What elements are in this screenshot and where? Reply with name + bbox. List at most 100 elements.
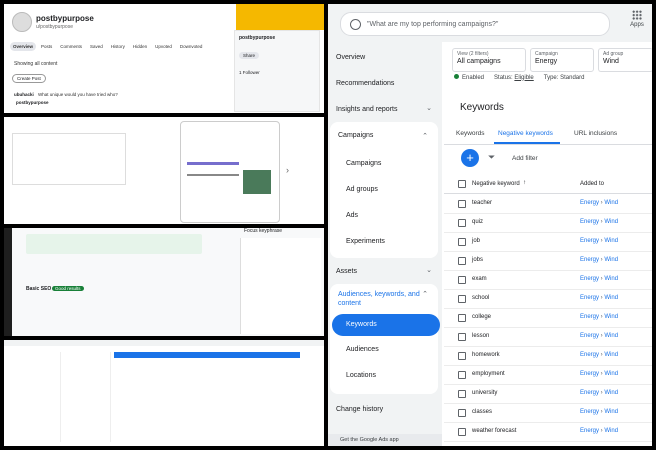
added-to-cell[interactable]: Energy › Wind xyxy=(580,333,618,339)
row-checkbox[interactable] xyxy=(458,295,466,303)
chevron-up-icon[interactable]: ⌃ xyxy=(422,290,428,298)
seo-status-title[interactable]: Basic SEO xyxy=(26,286,51,292)
comment-user[interactable]: ubuhacki xyxy=(14,92,34,97)
add-negative-keyword-button[interactable]: + xyxy=(461,149,479,167)
row-checkbox[interactable] xyxy=(458,238,466,246)
col-negative-keyword[interactable]: Negative keyword xyxy=(472,181,520,187)
tab-comments[interactable]: Comments xyxy=(57,42,85,51)
row-checkbox[interactable] xyxy=(458,390,466,398)
tab-upvoted[interactable]: Upvoted xyxy=(152,42,175,51)
added-to-cell[interactable]: Energy › Wind xyxy=(580,390,618,396)
table-row[interactable]: jobs Energy › Wind xyxy=(444,251,652,271)
tab-negative-keywords[interactable]: Negative keywords xyxy=(498,130,553,137)
sidebar-change-history[interactable]: Change history xyxy=(336,406,383,413)
col-added-to[interactable]: Added to xyxy=(580,181,604,187)
sidebar-keywords-active[interactable]: Keywords xyxy=(332,314,440,336)
campaign-type: Type: Standard xyxy=(544,75,585,81)
apps-grid-icon xyxy=(632,10,642,20)
chevron-right-icon[interactable]: › xyxy=(286,165,289,175)
table-row[interactable]: job Energy › Wind xyxy=(444,232,652,252)
sidebar-recommendations[interactable]: Recommendations xyxy=(336,80,394,87)
row-checkbox[interactable] xyxy=(458,257,466,265)
tab-history[interactable]: History xyxy=(108,42,128,51)
showing-filter[interactable]: Showing all content xyxy=(14,61,57,67)
tab-hidden[interactable]: Hidden xyxy=(130,42,150,51)
added-to-cell[interactable]: Energy › Wind xyxy=(580,428,618,434)
tab-keywords[interactable]: Keywords xyxy=(456,130,485,137)
row-checkbox[interactable] xyxy=(458,428,466,436)
status-value[interactable]: Eligible xyxy=(514,75,533,81)
table-row[interactable]: weather forecast Energy › Wind xyxy=(444,422,652,442)
row-checkbox[interactable] xyxy=(458,371,466,379)
added-to-cell[interactable]: Energy › Wind xyxy=(580,257,618,263)
chevron-up-icon[interactable]: ⌃ xyxy=(422,132,428,140)
table-row[interactable]: exam Energy › Wind xyxy=(444,270,652,290)
select-all-checkbox[interactable] xyxy=(458,180,466,188)
table-row[interactable]: lesson Energy › Wind xyxy=(444,327,652,347)
sidebar-assets[interactable]: Assets xyxy=(336,268,357,275)
audiences-group: Audiences, keywords, and content ⌃ Keywo… xyxy=(330,284,440,394)
table-header: Negative keyword ↑ Added to xyxy=(444,175,652,194)
profile-avatar[interactable] xyxy=(12,12,32,32)
keyword-cell: homework xyxy=(472,352,500,358)
added-to-cell[interactable]: Energy › Wind xyxy=(580,238,618,244)
added-to-cell[interactable]: Energy › Wind xyxy=(580,352,618,358)
tab-posts[interactable]: Posts xyxy=(38,42,55,51)
row-checkbox[interactable] xyxy=(458,409,466,417)
added-to-cell[interactable]: Energy › Wind xyxy=(580,371,618,377)
comment-author[interactable]: postbypurpose xyxy=(16,100,49,105)
ads-app-footer[interactable]: Get the Google Ads app xyxy=(328,434,442,446)
sidebar-ad-groups[interactable]: Ad groups xyxy=(346,186,378,193)
added-to-group: Wind xyxy=(604,276,619,282)
keyword-cell: teacher xyxy=(472,200,493,206)
table-row[interactable]: school Energy › Wind xyxy=(444,289,652,309)
tab-overview[interactable]: Overview xyxy=(10,42,37,51)
table-row[interactable]: employment Energy › Wind xyxy=(444,365,652,385)
row-checkbox[interactable] xyxy=(458,200,466,208)
row-checkbox[interactable] xyxy=(458,276,466,284)
sidebar-audiences-keywords[interactable]: Audiences, keywords, and content xyxy=(338,290,424,308)
table-row[interactable]: homework Energy › Wind xyxy=(444,346,652,366)
sidebar-campaigns[interactable]: Campaigns xyxy=(338,132,373,139)
sidebar-overview[interactable]: Overview xyxy=(336,54,365,61)
tab-saved[interactable]: Saved xyxy=(87,42,106,51)
tab-downvoted[interactable]: Downvoted xyxy=(177,42,206,51)
filter-icon[interactable]: ⏷ xyxy=(488,152,495,163)
editor-sidebar xyxy=(4,228,12,336)
table-row[interactable]: university Energy › Wind xyxy=(444,384,652,404)
row-checkbox[interactable] xyxy=(458,219,466,227)
table-row[interactable]: teacher Energy › Wind xyxy=(444,194,652,214)
ad-group-filter[interactable]: Ad group Wind xyxy=(598,48,652,72)
view-filter[interactable]: View (2 filters) All campaigns xyxy=(452,48,526,72)
sidebar-insights[interactable]: Insights and reports xyxy=(336,106,397,113)
added-to-cell[interactable]: Energy › Wind xyxy=(580,295,618,301)
added-to-cell[interactable]: Energy › Wind xyxy=(580,276,618,282)
add-filter-button[interactable]: Add filter xyxy=(512,155,538,162)
mid-tree xyxy=(64,352,111,442)
row-checkbox[interactable] xyxy=(458,314,466,322)
added-to-cell[interactable]: Energy › Wind xyxy=(580,219,618,225)
sidebar-locations[interactable]: Locations xyxy=(346,372,376,379)
chevron-down-icon[interactable]: ⌄ xyxy=(426,104,432,112)
row-checkbox[interactable] xyxy=(458,352,466,360)
added-to-cell[interactable]: Energy › Wind xyxy=(580,200,618,206)
added-to-cell[interactable]: Energy › Wind xyxy=(580,409,618,415)
sidebar-campaigns-sub[interactable]: Campaigns xyxy=(346,160,381,167)
sort-arrow-icon[interactable]: ↑ xyxy=(523,180,526,186)
view-filter-label: View (2 filters) xyxy=(457,51,489,57)
campaign-filter[interactable]: Campaign Energy xyxy=(530,48,594,72)
sidebar-experiments[interactable]: Experiments xyxy=(346,238,385,245)
table-row[interactable]: college Energy › Wind xyxy=(444,308,652,328)
chevron-down-icon[interactable]: ⌄ xyxy=(426,266,432,274)
sidebar-ads[interactable]: Ads xyxy=(346,212,358,219)
table-row[interactable]: quiz Energy › Wind xyxy=(444,213,652,233)
table-row[interactable]: classes Energy › Wind xyxy=(444,403,652,423)
apps-button[interactable]: Apps xyxy=(622,10,652,28)
sidebar-audiences[interactable]: Audiences xyxy=(346,346,379,353)
search-input[interactable]: "What are my top performing campaigns?" xyxy=(340,12,610,36)
row-checkbox[interactable] xyxy=(458,333,466,341)
card-share-button[interactable]: Share xyxy=(239,52,260,59)
create-post-button[interactable]: Create Post xyxy=(12,74,46,83)
tab-url-inclusions[interactable]: URL inclusions xyxy=(574,130,617,137)
added-to-cell[interactable]: Energy › Wind xyxy=(580,314,618,320)
